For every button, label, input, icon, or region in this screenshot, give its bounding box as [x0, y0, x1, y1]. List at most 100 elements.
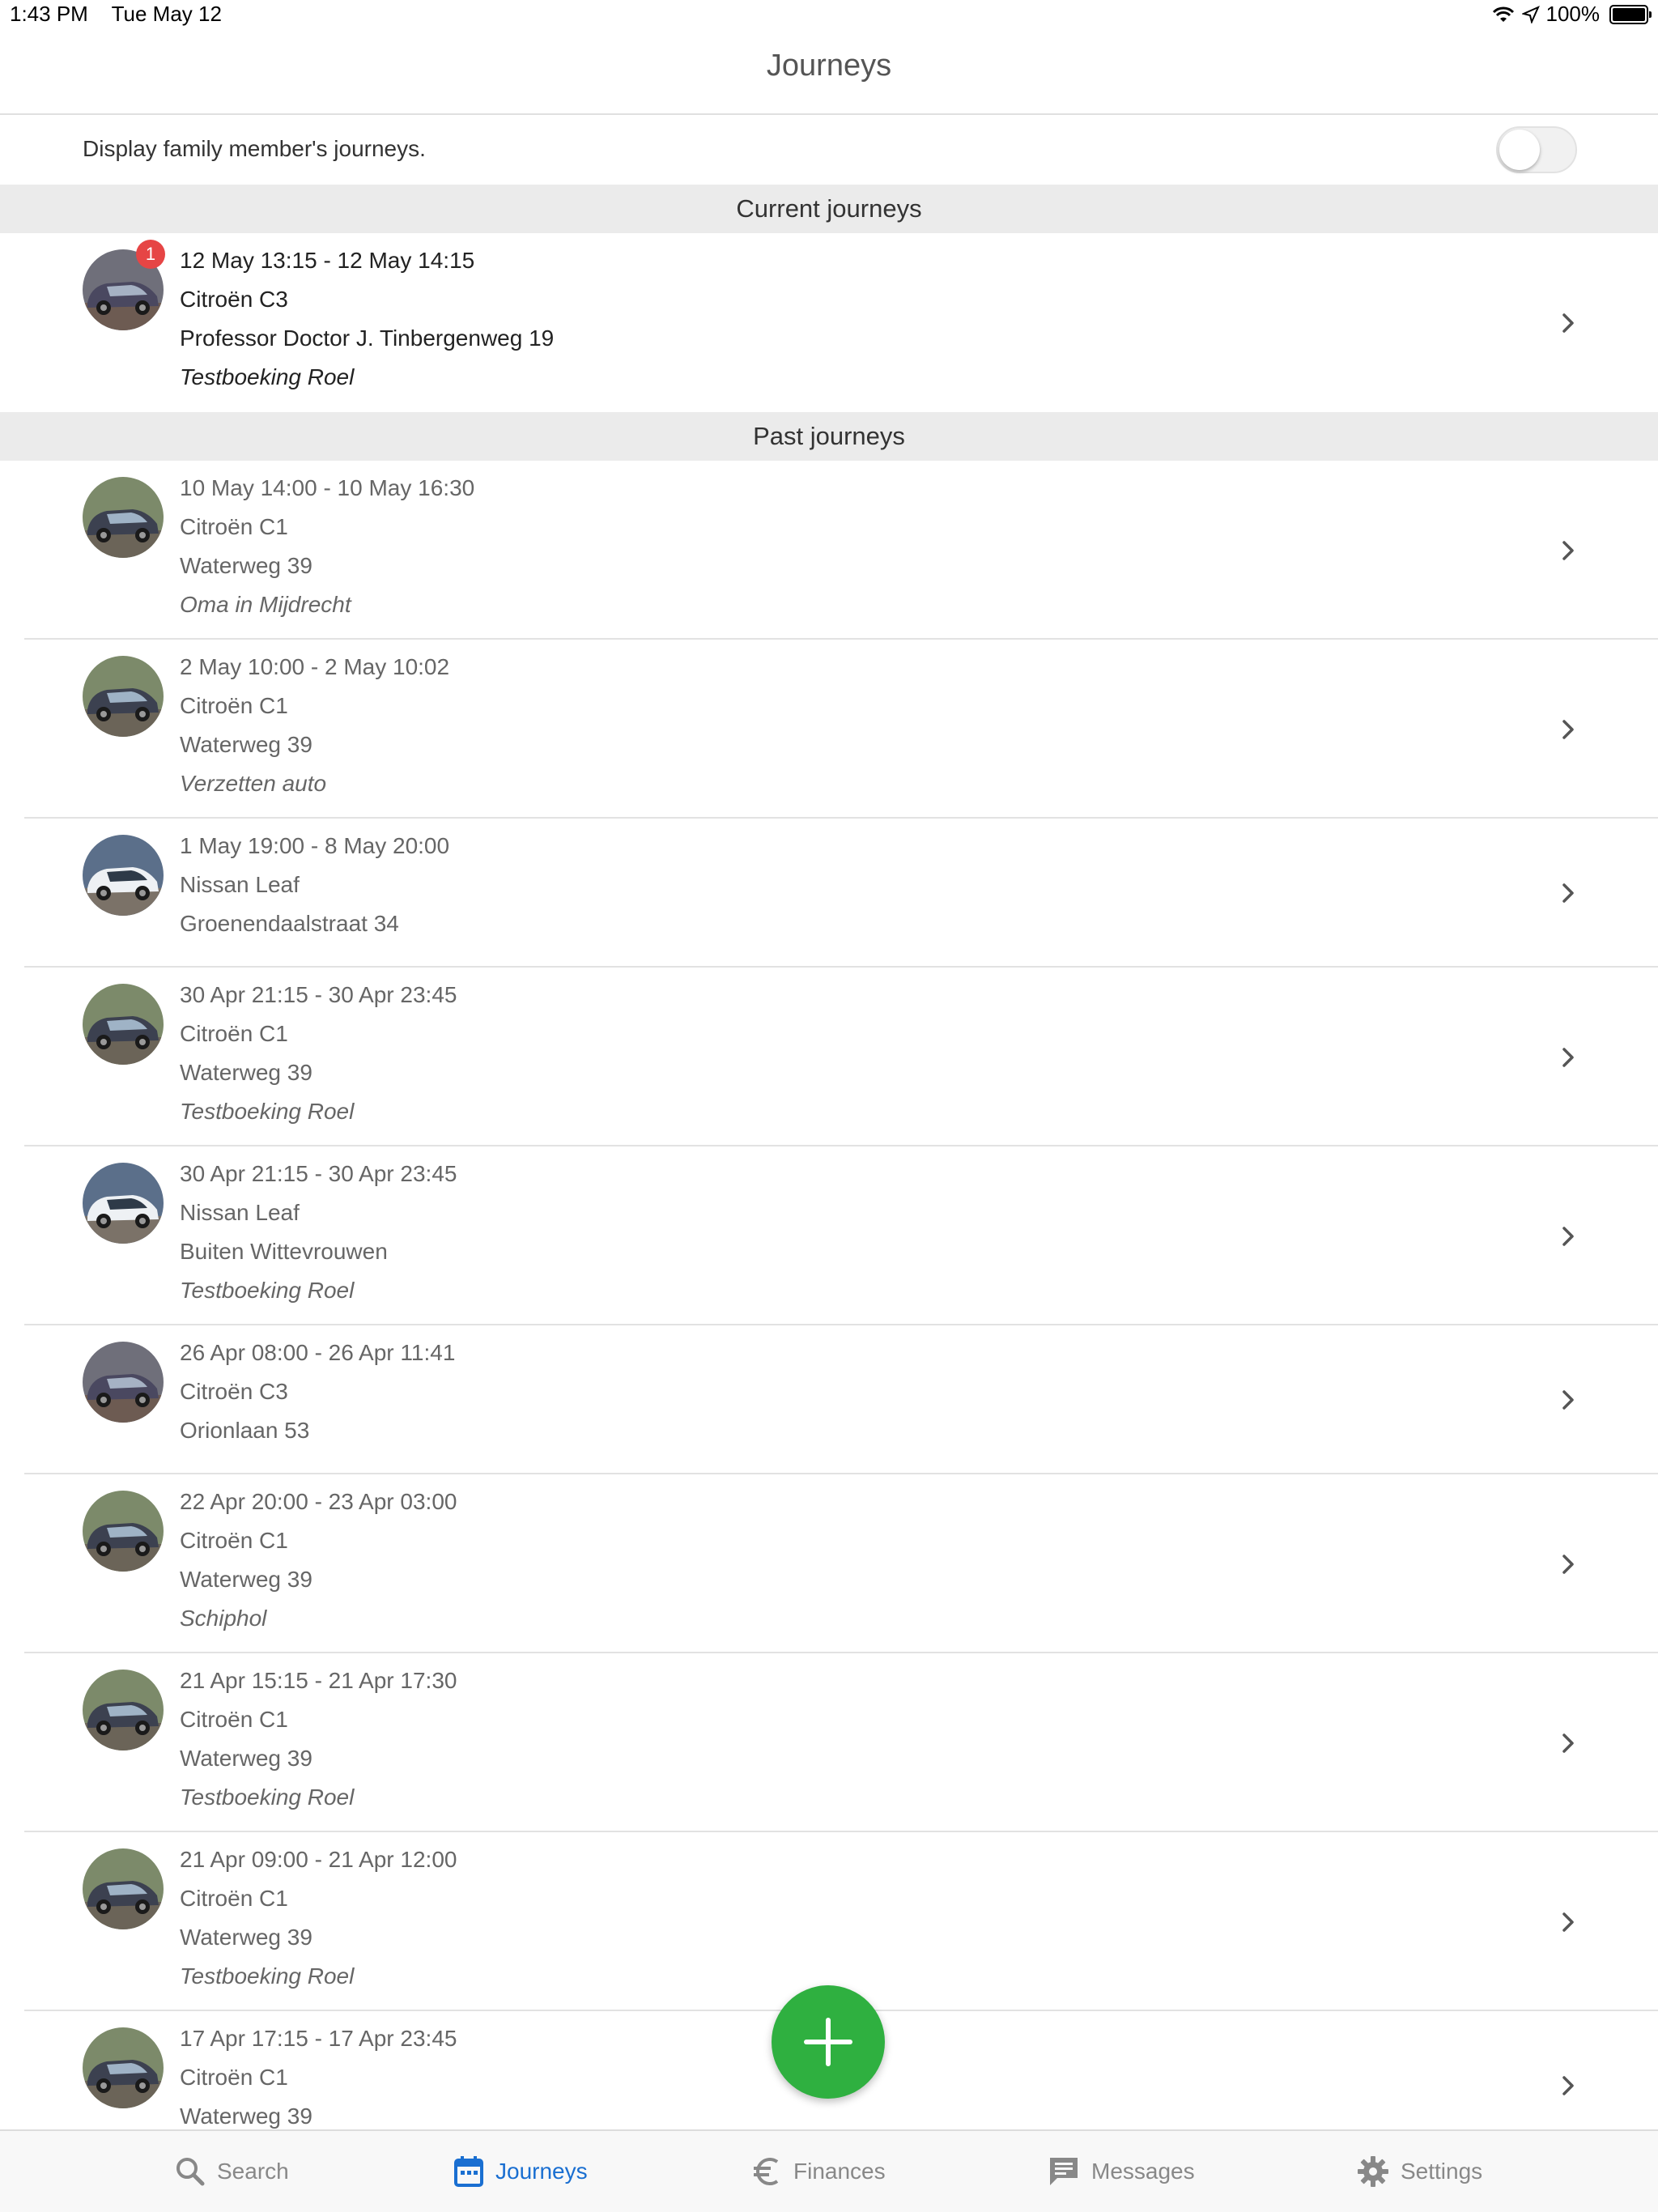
journey-address: Waterweg 39	[180, 1567, 312, 1592]
journey-time: 1 May 19:00 - 8 May 20:00	[180, 833, 450, 858]
chevron-right-icon	[1559, 713, 1577, 746]
journey-row[interactable]: 21 Apr 15:15 - 21 Apr 17:30 Citroën C1 Wat…	[0, 1653, 1658, 1832]
journey-time: 2 May 10:00 - 2 May 10:02	[180, 654, 450, 679]
journey-address: Waterweg 39	[180, 1925, 312, 1950]
page-title: Journeys	[766, 49, 892, 83]
journey-time: 17 Apr 17:15 - 17 Apr 23:45	[180, 2026, 457, 2051]
journey-address: Groenendaalstraat 34	[180, 911, 399, 936]
journey-car: Nissan Leaf	[180, 872, 300, 897]
journey-time: 30 Apr 21:15 - 30 Apr 23:45	[180, 1161, 457, 1186]
journey-time: 12 May 13:15 - 12 May 14:15	[180, 248, 475, 273]
journey-car: Nissan Leaf	[180, 1200, 300, 1225]
journey-address: Orionlaan 53	[180, 1418, 310, 1443]
journey-car: Citroën C1	[180, 693, 288, 718]
toggle-knob	[1499, 130, 1540, 170]
add-journey-button[interactable]	[772, 1985, 885, 2099]
family-toggle-label: Display family member's journeys.	[83, 136, 426, 161]
car-photo	[83, 2027, 164, 2108]
journey-row[interactable]: 21 Apr 09:00 - 21 Apr 12:00 Citroën C1 Wat…	[0, 1832, 1658, 2011]
journey-car: Citroën C1	[180, 1886, 288, 1911]
chevron-right-icon	[1559, 2069, 1577, 2102]
tab-search[interactable]: Search	[175, 2131, 289, 2212]
tab-finances[interactable]: Finances	[751, 2131, 886, 2212]
journey-time: 21 Apr 15:15 - 21 Apr 17:30	[180, 1668, 457, 1693]
journey-note: Testboeking Roel	[180, 1784, 355, 1810]
tab-label: Journeys	[495, 2159, 588, 2184]
status-date: Tue May 12	[111, 2, 222, 26]
tab-label: Search	[217, 2159, 289, 2184]
journey-address: Buiten Wittevrouwen	[180, 1239, 388, 1264]
chevron-right-icon	[1559, 1041, 1577, 1074]
journey-row[interactable]: 1 May 19:00 - 8 May 20:00 Nissan Leaf Groe…	[0, 819, 1658, 968]
tab-label: Messages	[1091, 2159, 1195, 2184]
car-photo	[83, 1491, 164, 1572]
car-photo	[83, 835, 164, 916]
chevron-right-icon	[1559, 1548, 1577, 1580]
journey-row[interactable]: 1 12 May 13:15 - 12 May 14:15 Citroën C3 Pr…	[0, 233, 1658, 412]
journey-car: Citroën C1	[180, 2065, 288, 2090]
car-photo	[83, 1848, 164, 1929]
tab-journeys[interactable]: Journeys	[453, 2131, 588, 2212]
tab-settings[interactable]: Settings	[1357, 2131, 1482, 2212]
section-current-journeys: Current journeys	[0, 185, 1658, 233]
chevron-right-icon	[1559, 534, 1577, 567]
search-icon	[176, 2158, 205, 2186]
journey-time: 21 Apr 09:00 - 21 Apr 12:00	[180, 1847, 457, 1872]
tab-label: Finances	[793, 2159, 886, 2184]
journey-car: Citroën C1	[180, 1021, 288, 1046]
chevron-right-icon	[1559, 1220, 1577, 1253]
chevron-right-icon	[1559, 307, 1577, 339]
car-photo	[83, 656, 164, 737]
car-photo	[83, 1342, 164, 1423]
journey-row[interactable]: 26 Apr 08:00 - 26 Apr 11:41 Citroën C3 Ori…	[0, 1325, 1658, 1474]
tab-bar: Search Journeys Finances Messages Settin…	[0, 2129, 1658, 2212]
notification-badge: 1	[136, 240, 165, 269]
journey-note: Oma in Mijdrecht	[180, 592, 351, 617]
family-journeys-toggle[interactable]	[1496, 126, 1577, 173]
journey-car: Citroën C1	[180, 514, 288, 539]
journey-time: 10 May 14:00 - 10 May 16:30	[180, 475, 475, 500]
car-photo	[83, 477, 164, 558]
calendar-icon	[454, 2156, 483, 2187]
section-past-journeys: Past journeys	[0, 412, 1658, 461]
journey-row[interactable]: 10 May 14:00 - 10 May 16:30 Citroën C1 Wat…	[0, 461, 1658, 640]
journey-note: Testboeking Roel	[180, 364, 355, 389]
journey-row[interactable]: 30 Apr 21:15 - 30 Apr 23:45 Citroën C1 Wat…	[0, 968, 1658, 1146]
journey-row[interactable]: 30 Apr 21:15 - 30 Apr 23:45 Nissan Leaf Bu…	[0, 1146, 1658, 1325]
journey-car: Citroën C3	[180, 287, 288, 312]
journey-note: Verzetten auto	[180, 771, 327, 796]
chevron-right-icon	[1559, 1727, 1577, 1759]
journey-car: Citroën C1	[180, 1528, 288, 1553]
tab-label: Settings	[1401, 2159, 1483, 2184]
battery-percent: 100%	[1545, 2, 1601, 26]
status-time: 1:43 PM	[10, 2, 88, 26]
journey-note: Testboeking Roel	[180, 1963, 355, 1989]
journey-address: Professor Doctor J. Tinbergenweg 19	[180, 325, 555, 351]
journey-car: Citroën C3	[180, 1379, 288, 1404]
journey-time: 22 Apr 20:00 - 23 Apr 03:00	[180, 1489, 457, 1514]
car-photo	[83, 1670, 164, 1750]
wifi-icon	[1492, 6, 1514, 22]
journey-time: 30 Apr 21:15 - 30 Apr 23:45	[180, 982, 457, 1007]
chevron-right-icon	[1559, 877, 1577, 909]
chevron-right-icon	[1559, 1906, 1577, 1938]
journey-row[interactable]: 2 May 10:00 - 2 May 10:02 Citroën C1 Water…	[0, 640, 1658, 819]
tab-messages[interactable]: Messages	[1048, 2131, 1195, 2212]
status-bar: 1:43 PM Tue May 12 100%	[0, 0, 1658, 36]
family-journeys-row: Display family member's journeys.	[0, 115, 1658, 185]
gear-icon	[1358, 2156, 1388, 2187]
journey-address: Waterweg 39	[180, 1746, 312, 1771]
location-icon	[1521, 5, 1540, 23]
battery-icon	[1609, 4, 1652, 24]
journey-address: Waterweg 39	[180, 1060, 312, 1085]
euro-icon	[754, 2158, 779, 2185]
journey-time: 26 Apr 08:00 - 26 Apr 11:41	[180, 1340, 456, 1365]
journey-note: Testboeking Roel	[180, 1099, 355, 1124]
journey-address: Waterweg 39	[180, 732, 312, 757]
car-photo	[83, 1163, 164, 1244]
chevron-right-icon	[1559, 1384, 1577, 1416]
journey-row[interactable]: 22 Apr 20:00 - 23 Apr 03:00 Citroën C1 Wat…	[0, 1474, 1658, 1653]
car-photo	[83, 984, 164, 1065]
journey-note: Schiphol	[180, 1606, 267, 1631]
journey-address: Waterweg 39	[180, 553, 312, 578]
